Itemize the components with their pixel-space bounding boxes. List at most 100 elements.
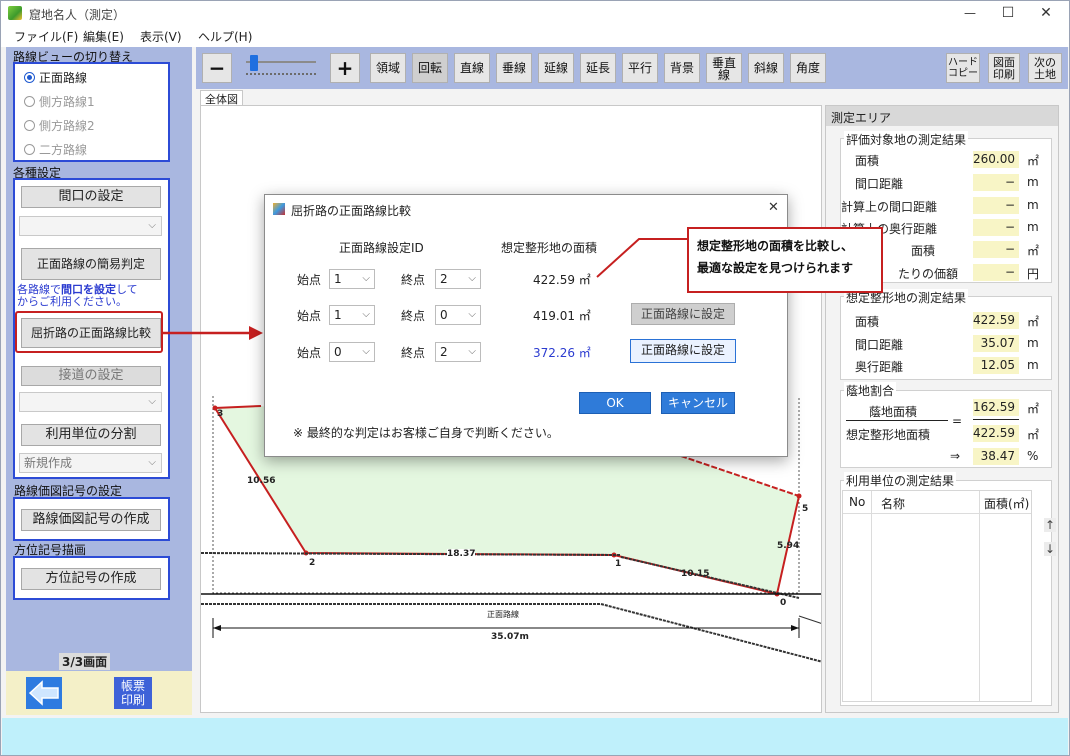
page-indicator: 3/3画面 xyxy=(59,653,111,670)
tool-area-button[interactable]: 領域 xyxy=(370,53,406,83)
ok-button[interactable]: OK xyxy=(579,392,651,414)
bottom-nav: 帳票 印刷 xyxy=(6,671,192,715)
road-label: 正面路線 xyxy=(487,610,519,619)
dialog-note: ※ 最終的な判定はお客様ご自身で判断ください。 xyxy=(293,426,559,440)
slider-thumb[interactable] xyxy=(250,55,258,71)
frontage-combo[interactable]: ⌵ xyxy=(19,216,162,236)
close-window-button[interactable]: ✕ xyxy=(1023,1,1069,25)
tool-background-button[interactable]: 背景 xyxy=(664,53,700,83)
direction-symbol-button[interactable]: 方位記号の作成 xyxy=(21,568,161,590)
row3-set-front-button[interactable]: 正面路線に設定 xyxy=(630,339,736,363)
route-symbol-button[interactable]: 路線価図記号の作成 xyxy=(21,509,161,531)
ratio-result-value: 38.47 xyxy=(973,448,1019,465)
cancel-button[interactable]: キャンセル xyxy=(661,392,735,414)
tool-perp-button[interactable]: 垂線 xyxy=(496,53,532,83)
menu-view[interactable]: 表示(V) xyxy=(140,28,182,45)
zoom-slider[interactable] xyxy=(242,55,320,81)
dialog-close-icon[interactable]: ✕ xyxy=(768,200,779,215)
tool-diagonal-button[interactable]: 斜線 xyxy=(748,53,784,83)
route-symbol-box: 路線価図記号の作成 xyxy=(13,497,170,541)
usage-col-divider-2 xyxy=(979,491,980,701)
vertex-dot[interactable] xyxy=(796,493,802,499)
dimension-arrow-left xyxy=(213,625,221,631)
target-calc-frontage-unit: m xyxy=(1027,198,1039,212)
target-calc-depth-value: − xyxy=(973,219,1019,236)
left-panel: 路線ビューの切り替え 正面路線 側方路線1 側方路線2 二方路線 各種設定 間口… xyxy=(6,47,192,715)
row1-start-select[interactable]: 1 ⌵ xyxy=(329,269,375,289)
target-area-label: 面積 xyxy=(855,154,880,168)
row1-area: 422.59 ㎡ xyxy=(533,273,591,287)
next-land-button[interactable]: 次の 土地 xyxy=(1028,53,1062,83)
radio-selected-icon xyxy=(24,72,35,83)
scroll-up-icon[interactable]: ↑ xyxy=(1044,518,1056,532)
menu-file[interactable]: ファイル(F) xyxy=(14,28,78,45)
tool-vertical-line-button[interactable]: 垂直 線 xyxy=(706,53,742,83)
ratio-denominator-value: 422.59 xyxy=(973,425,1019,442)
route-view-box: 正面路線 側方路線1 側方路線2 二方路線 xyxy=(13,62,170,162)
road-setting-button[interactable]: 接道の設定 xyxy=(21,366,161,386)
row2-end-label: 終点 xyxy=(401,309,426,323)
col-id-header: 正面路線設定ID xyxy=(339,241,424,255)
report-print-button[interactable]: 帳票 印刷 xyxy=(114,677,152,709)
row3-area: 372.26 ㎡ xyxy=(533,346,591,360)
road-combo[interactable]: ⌵ xyxy=(19,392,162,412)
target-calc-frontage-value: − xyxy=(973,197,1019,214)
tool-extend-line-button[interactable]: 延線 xyxy=(538,53,574,83)
zoom-in-button[interactable]: + xyxy=(330,53,360,83)
tool-parallel-button[interactable]: 平行 xyxy=(622,53,658,83)
tool-angle-button[interactable]: 角度 xyxy=(790,53,826,83)
menu-help[interactable]: ヘルプ(H) xyxy=(198,28,252,45)
row2-start-select[interactable]: 1 ⌵ xyxy=(329,305,375,325)
target-price-value: − xyxy=(973,264,1019,281)
menu-edit[interactable]: 編集(E) xyxy=(83,28,124,45)
col-area-header: 想定整形地の面積 xyxy=(501,241,598,255)
frontage-setting-button[interactable]: 間口の設定 xyxy=(21,186,161,208)
vertex-label-3: 3 xyxy=(217,409,224,419)
unit-split-button[interactable]: 利用単位の分割 xyxy=(21,424,161,446)
target-calc-frontage-label: 計算上の間口距離 xyxy=(841,200,938,214)
chevron-down-icon: ⌵ xyxy=(362,273,370,284)
status-bar xyxy=(2,718,1068,755)
row3-end-select[interactable]: 2 ⌵ xyxy=(435,342,481,362)
tool-line-button[interactable]: 直線 xyxy=(454,53,490,83)
row2-area: 419.01 ㎡ xyxy=(533,309,591,323)
measure-header: 測定エリア xyxy=(826,106,1058,126)
row2-set-front-button[interactable]: 正面路線に設定 xyxy=(631,303,735,325)
row3-start-select[interactable]: 0 ⌵ xyxy=(329,342,375,362)
radio-front-route[interactable]: 正面路線 xyxy=(24,69,87,86)
ratio-numerator-value: 162.59 xyxy=(973,399,1019,416)
ratio-value-line xyxy=(973,419,1019,420)
callout-pointer xyxy=(596,238,687,278)
radio-two-way-route[interactable]: 二方路線 xyxy=(24,141,87,158)
row2-end-select[interactable]: 0 ⌵ xyxy=(435,305,481,325)
usage-col-divider-1 xyxy=(871,491,872,701)
road-diagonal-2 xyxy=(798,615,821,624)
radio-side-route-2[interactable]: 側方路線2 xyxy=(24,117,95,134)
direction-box: 方位記号の作成 xyxy=(13,556,170,600)
usage-table[interactable]: No 名称 面積(㎡) xyxy=(842,490,1032,702)
simple-judge-button[interactable]: 正面路線の簡易判定 xyxy=(21,248,161,280)
segment-label-left: 10.56 xyxy=(247,476,276,486)
zoom-out-button[interactable]: − xyxy=(202,53,232,83)
vertex-label-0: 0 xyxy=(780,598,787,608)
tool-extend-button[interactable]: 延長 xyxy=(580,53,616,83)
target-area-unit: ㎡ xyxy=(1027,154,1040,168)
tool-rotate-button[interactable]: 回転 xyxy=(412,53,448,83)
hard-copy-button[interactable]: ハード コピー xyxy=(946,53,980,83)
dialog-app-icon xyxy=(273,203,285,215)
title-bar: 窟地名人（測定） — ☐ ✕ xyxy=(1,1,1069,25)
figure-print-button[interactable]: 図面 印刷 xyxy=(988,53,1020,83)
ratio-result-unit: % xyxy=(1027,449,1039,463)
scroll-down-icon[interactable]: ↓ xyxy=(1044,542,1056,556)
dimension-arrow-right xyxy=(791,625,799,631)
ratio-arrow: ⇒ xyxy=(950,449,961,463)
new-create-combo[interactable]: 新規作成 ⌵ xyxy=(19,453,162,473)
back-arrow-button[interactable] xyxy=(26,677,62,709)
target-frontage-label: 間口距離 xyxy=(855,177,904,191)
row1-end-select[interactable]: 2 ⌵ xyxy=(435,269,481,289)
row3-start-label: 始点 xyxy=(297,346,322,360)
assumed-depth-value: 12.05 xyxy=(973,357,1019,374)
width-label: 35.07m xyxy=(491,632,529,642)
vertex-label-2: 2 xyxy=(309,558,316,568)
radio-side-route-1[interactable]: 側方路線1 xyxy=(24,93,95,110)
